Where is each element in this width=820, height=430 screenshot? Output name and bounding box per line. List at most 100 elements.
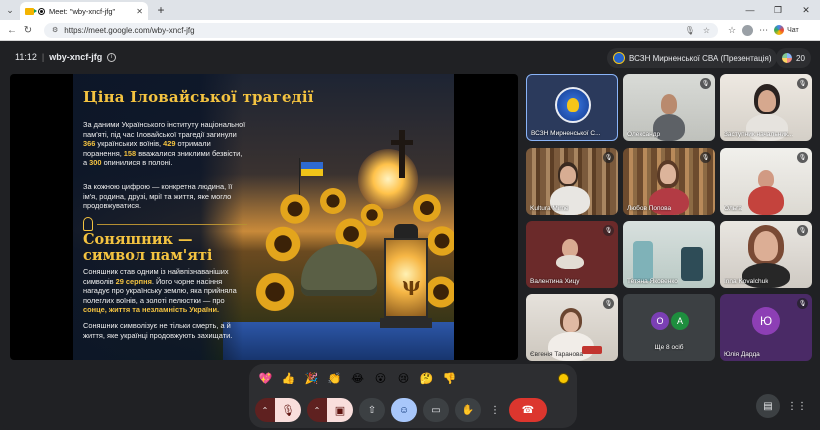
reaction-sad-button[interactable]: 😢	[395, 370, 412, 387]
participant-count: 20	[796, 53, 805, 63]
cross-image	[391, 130, 413, 178]
participant-tile[interactable]: 🎙 Євгенія Таранова	[526, 294, 618, 361]
slide-paragraph-1: За даними Українського інституту націона…	[83, 120, 248, 168]
participant-name: Любов Попова	[627, 205, 672, 212]
participant-tile[interactable]: Тетяна Яковенко	[623, 221, 715, 288]
participant-tile[interactable]: Ю 🎙 Юлія Дарда	[720, 294, 812, 361]
participant-tile[interactable]: 🎙 Заступник начальник...	[720, 74, 812, 141]
video-options-chevron-icon[interactable]: ⌃	[307, 398, 327, 422]
reaction-laugh-button[interactable]: 😂	[349, 370, 366, 387]
muted-mic-icon: 🎙	[603, 225, 614, 236]
window-controls: — ❐ ✕	[736, 0, 820, 20]
profile-avatar[interactable]	[742, 24, 754, 36]
collections-icon[interactable]: ☆	[728, 25, 736, 36]
presentation-slide: ψ Ціна Іловайської трагедії За даними Ук…	[73, 74, 454, 360]
reaction-heart-button[interactable]: 💖	[257, 370, 274, 387]
slide-subtitle: Соняшник — символ пам'яті	[83, 232, 212, 264]
participant-tile[interactable]: 🎙 Валентина Хицу	[526, 221, 618, 288]
meeting-time: 11:12	[15, 52, 37, 62]
participant-video	[556, 255, 584, 269]
browser-tab-meet[interactable]: Meet: "wby-xncf-jfg" ✕	[20, 2, 148, 20]
audio-options-chevron-icon[interactable]: ⌃	[255, 398, 275, 422]
memorial-lantern-image: ψ	[380, 224, 432, 330]
presenter-label: ВСЗН Мирненської СВА (Презентація)	[629, 53, 772, 63]
site-info-icon[interactable]: ⚙	[52, 26, 58, 34]
subtitle-line-1: Соняшник —	[83, 231, 193, 248]
meeting-info-icon[interactable]: i	[107, 52, 117, 62]
back-icon[interactable]: ←	[4, 25, 20, 36]
minimize-icon[interactable]: —	[736, 0, 764, 20]
chat-label: Чат	[787, 26, 799, 34]
skin-tone-picker[interactable]	[558, 372, 569, 384]
missing-count: 158	[123, 148, 137, 158]
camera-control-group: ⌃ ▣	[307, 398, 353, 422]
bookmark-star-icon[interactable]: ☆	[703, 26, 710, 35]
wounded-count: 429	[163, 139, 176, 149]
reactions-bar: 💖 👍 🎉 👏 😂 😮 😢 🤔 👎	[249, 364, 577, 392]
people-icon	[782, 53, 792, 63]
tab-search-dropdown[interactable]: ⌄	[0, 0, 20, 20]
reaction-clap-button[interactable]: 👏	[326, 370, 343, 387]
reaction-surprised-button[interactable]: 😮	[372, 370, 389, 387]
url-text: https://meet.google.com/wby-xncf-jfg	[64, 25, 195, 35]
more-options-icon[interactable]: ⋮	[487, 398, 503, 422]
avatar-a: A	[671, 312, 689, 330]
reaction-party-button[interactable]: 🎉	[303, 370, 320, 387]
participant-tile[interactable]: 🎙 Олександр	[623, 74, 715, 141]
raise-hand-button[interactable]: ✋	[455, 398, 481, 422]
participant-video	[633, 241, 653, 281]
browser-tab-bar: ⌄ Meet: "wby-xncf-jfg" ✕ + — ❐ ✕	[0, 0, 820, 20]
sunflower-image	[411, 192, 443, 224]
activities-grid-icon[interactable]: ⋮⋮	[785, 394, 809, 418]
participant-video	[681, 247, 703, 281]
participant-name: ВСЗН Мирненської С...	[531, 130, 601, 137]
tab-close-icon[interactable]: ✕	[136, 7, 143, 16]
avatar-yu: Ю	[752, 307, 780, 335]
url-field[interactable]: ⚙ https://meet.google.com/wby-xncf-jfg 🎙…	[44, 22, 718, 38]
participant-video	[748, 186, 784, 215]
sunflower-image	[253, 270, 297, 314]
reaction-thinking-button[interactable]: 🤔	[418, 370, 435, 387]
mic-control-group: ⌃ 🎙	[255, 398, 301, 422]
mic-off-button[interactable]: 🎙	[275, 398, 301, 422]
meet-favicon-icon	[25, 7, 37, 15]
participant-tile[interactable]: 🎙 Любов Попова	[623, 148, 715, 215]
more-participants-tile[interactable]: O A Ще 8 осіб	[623, 294, 715, 361]
subtitle-line-2: символ пам'яті	[83, 247, 213, 264]
reaction-thumbs-up-button[interactable]: 👍	[280, 370, 297, 387]
camera-off-button[interactable]: ▣	[327, 398, 353, 422]
mic-permission-icon[interactable]: 🎙	[685, 26, 695, 35]
captions-button[interactable]: ▭	[423, 398, 449, 422]
menu-dots-icon[interactable]: ⋯	[759, 25, 768, 36]
participant-name: Валентина Хицу	[530, 278, 580, 285]
presenter-chip[interactable]: ВСЗН Мирненської СВА (Презентація)	[607, 48, 778, 68]
ukrainian-flag-image	[301, 162, 323, 176]
reload-icon[interactable]: ↻	[20, 25, 36, 36]
more-participants-label: Ще 8 осіб	[654, 344, 684, 351]
copilot-chat-button[interactable]: Чат	[774, 25, 799, 35]
address-bar: ← ↻ ⚙ https://meet.google.com/wby-xncf-j…	[0, 20, 820, 41]
reactions-button[interactable]: ☺	[391, 398, 417, 422]
chat-button[interactable]: ▤	[756, 394, 780, 418]
participant-tile[interactable]: 🎙 Kultura Mirne	[526, 148, 618, 215]
new-tab-button[interactable]: +	[152, 3, 170, 17]
reaction-thumbs-down-button[interactable]: 👎	[441, 370, 458, 387]
participant-tile[interactable]: 🎙 Ольга	[720, 148, 812, 215]
leave-call-button[interactable]: ☎	[509, 398, 547, 422]
meet-window: 11:12 | wby-xncf-jfg i ВСЗН Мирненської …	[3, 42, 817, 430]
maximize-icon[interactable]: ❐	[764, 0, 792, 20]
avatar-o: O	[651, 312, 669, 330]
participant-tile[interactable]: ВСЗН Мирненської С...	[526, 74, 618, 141]
slide-divider	[97, 224, 247, 225]
close-window-icon[interactable]: ✕	[792, 0, 820, 20]
present-screen-button[interactable]: ⇧	[359, 398, 385, 422]
meeting-code: wby-xncf-jfg	[49, 52, 103, 62]
call-controls: ⌃ 🎙 ⌃ ▣ ⇧ ☺ ▭ ✋ ⋮ ☎	[249, 392, 577, 428]
organization-emblem-icon	[555, 87, 591, 123]
memorial-date: 29 серпня	[115, 276, 152, 286]
participants-button[interactable]: 20	[776, 48, 811, 68]
text: За даними Українського інституту націона…	[83, 120, 246, 139]
muted-mic-icon: 🎙	[797, 78, 808, 89]
participant-tile[interactable]: 🎙 Inna Kovalchuk	[720, 221, 812, 288]
text: опинилися в полоні.	[101, 158, 173, 168]
